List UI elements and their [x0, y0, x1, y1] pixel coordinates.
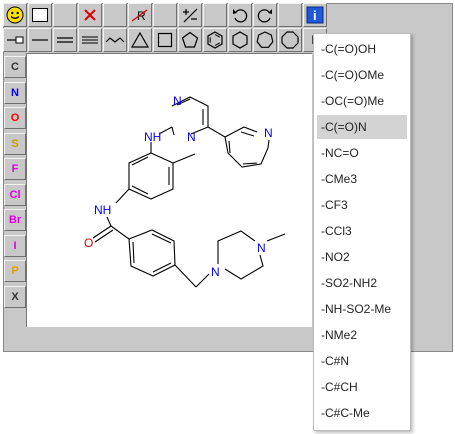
menu-item-2[interactable]: -OC(=O)Me — [317, 89, 407, 113]
empty-tool[interactable] — [153, 3, 177, 27]
undo-icon[interactable] — [228, 3, 252, 27]
empty-tool[interactable] — [278, 3, 302, 27]
square-ring-icon[interactable] — [153, 28, 177, 52]
element-button-n[interactable]: N — [4, 81, 26, 104]
heptagon-ring-icon[interactable] — [253, 28, 277, 52]
element-button-s[interactable]: S — [4, 132, 26, 155]
menu-item-8[interactable]: -NO2 — [317, 245, 407, 269]
molecule-structure[interactable]: N N N NH NH O N N — [27, 54, 312, 327]
menu-item-5[interactable]: -CMe3 — [317, 167, 407, 191]
atom-labels: N N N NH NH O N N — [84, 94, 273, 279]
svg-text:i: i — [313, 8, 317, 23]
info-icon[interactable]: i — [303, 3, 327, 27]
triangle-ring-icon[interactable] — [128, 28, 152, 52]
molecule-bonds — [92, 96, 286, 288]
menu-item-7[interactable]: -CCl3 — [317, 219, 407, 243]
element-button-x[interactable]: X — [4, 285, 26, 308]
atom-label-3: NH — [144, 130, 161, 144]
benzene-ring-icon[interactable] — [203, 28, 227, 52]
atom-label-4: NH — [94, 203, 111, 217]
atom-label-1: N — [187, 130, 196, 144]
menu-item-13[interactable]: -C#CH — [317, 375, 407, 399]
double-bond-icon[interactable] — [53, 28, 77, 52]
empty-tool[interactable] — [103, 3, 127, 27]
menu-item-12[interactable]: -C#N — [317, 349, 407, 373]
element-button-cl[interactable]: Cl — [4, 183, 26, 206]
triple-bond-icon[interactable] — [78, 28, 102, 52]
hexagon-ring-icon[interactable] — [228, 28, 252, 52]
hydrogen-bond-icon[interactable] — [3, 28, 27, 52]
single-bond-icon[interactable] — [28, 28, 52, 52]
menu-item-1[interactable]: -C(=O)OMe — [317, 63, 407, 87]
menu-item-11[interactable]: -NMe2 — [317, 323, 407, 347]
atom-label-6: N — [211, 265, 220, 279]
element-button-br[interactable]: Br — [4, 209, 26, 231]
element-button-p[interactable]: P — [4, 260, 26, 282]
r-group-icon[interactable]: R — [128, 3, 152, 27]
redo-icon[interactable] — [253, 3, 277, 27]
substituent-menu: -C(=O)OH -C(=O)OMe -OC(=O)Me -C(=O)N -NC=O -C… — [313, 33, 411, 431]
empty-tool[interactable] — [53, 3, 77, 27]
element-button-i[interactable]: I — [4, 234, 26, 257]
pentagon-ring-icon[interactable] — [178, 28, 202, 52]
atom-label-0: N — [173, 94, 182, 108]
element-button-f[interactable]: F — [4, 158, 26, 180]
menu-item-4[interactable]: -NC=O — [317, 141, 407, 165]
smiley-icon[interactable] — [3, 3, 27, 27]
menu-item-9[interactable]: -SO2-NH2 — [317, 271, 407, 295]
empty-tool[interactable] — [203, 3, 227, 27]
charge-plus-minus-icon[interactable] — [178, 3, 202, 27]
menu-item-6[interactable]: -CF3 — [317, 193, 407, 217]
menu-item-14[interactable]: -C#C-Me — [317, 401, 407, 425]
menu-item-0[interactable]: -C(=O)OH — [317, 37, 407, 61]
menu-item-10[interactable]: -NH-SO2-Me — [317, 297, 407, 321]
atom-label-2: N — [264, 126, 273, 140]
delete-x-icon[interactable] — [78, 3, 102, 27]
octagon-ring-icon[interactable] — [278, 28, 302, 52]
blank-page-icon[interactable] — [28, 3, 52, 27]
atom-label-5: O — [84, 236, 93, 250]
atom-label-7: N — [257, 241, 266, 255]
element-button-o[interactable]: O — [4, 107, 26, 129]
element-button-c[interactable]: C — [4, 56, 26, 78]
drawing-canvas[interactable]: N N N NH NH O N N — [26, 53, 312, 327]
menu-item-3[interactable]: -C(=O)N — [317, 115, 407, 139]
chain-icon[interactable] — [103, 28, 127, 52]
